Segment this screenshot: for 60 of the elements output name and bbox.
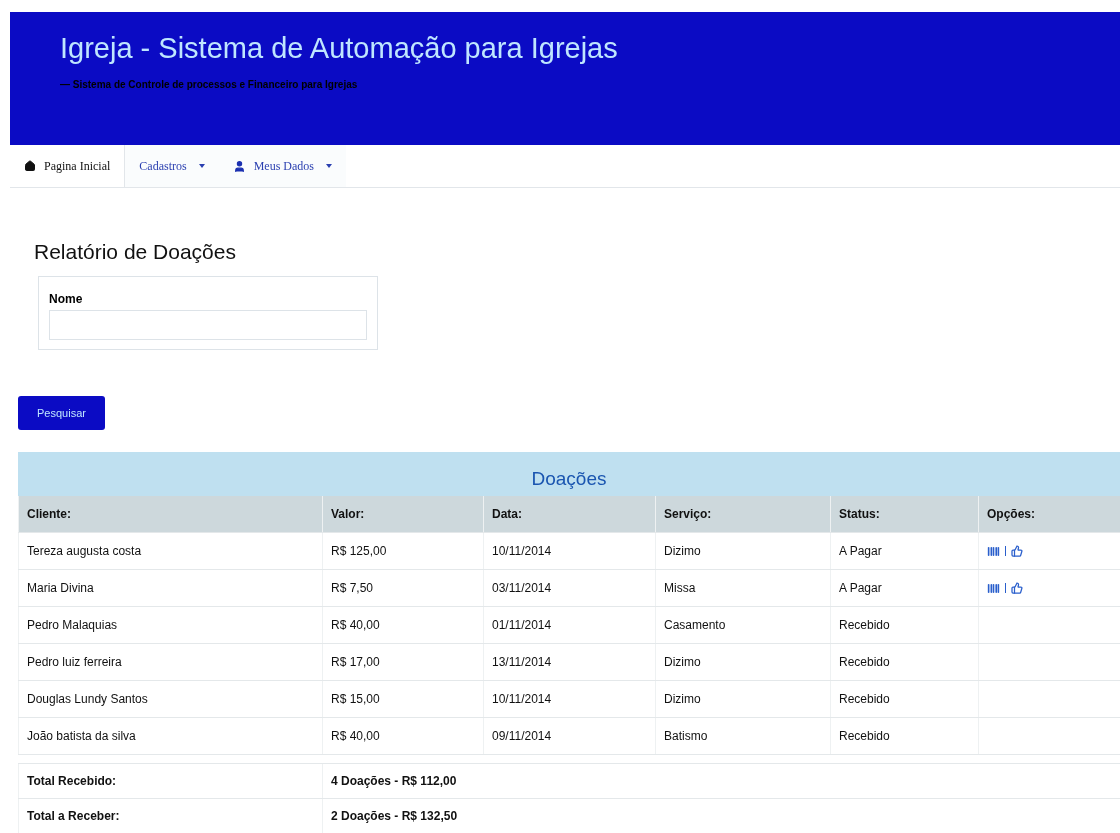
barcode-icon[interactable] [987,581,1000,595]
table-cell: Missa [655,570,830,606]
table-cell: Pedro Malaquias [18,607,322,643]
barcode-icon[interactable] [987,544,1000,558]
column-header: Serviço: [655,496,830,532]
table-cell: 09/11/2014 [483,718,655,754]
total-value: 4 Doações - R$ 112,00 [322,764,1120,798]
separator-bar [1005,583,1006,593]
column-header: Opções: [978,496,1120,532]
table-cell: Maria Divina [18,570,322,606]
table-cell: R$ 17,00 [322,644,483,680]
search-button[interactable]: Pesquisar [18,396,105,430]
table-title: Doações [531,468,607,490]
table-cell: 13/11/2014 [483,644,655,680]
home-icon [24,160,36,172]
column-header: Valor: [322,496,483,532]
table-cell: R$ 125,00 [322,533,483,569]
table-cell: Recebido [830,607,978,643]
table-cell: R$ 40,00 [322,607,483,643]
nav-label: Meus Dados [253,158,314,174]
user-icon [232,159,246,173]
column-header: Data: [483,496,655,532]
nav-item[interactable]: Meus Dados [218,145,346,187]
table-cell: Dizimo [655,644,830,680]
table-cell: Recebido [830,718,978,754]
table-cell: 10/11/2014 [483,681,655,717]
table-cell: 01/11/2014 [483,607,655,643]
table-cell: R$ 15,00 [322,681,483,717]
name-field[interactable] [49,310,367,340]
table-cell: Dizimo [655,533,830,569]
total-value: 2 Doações - R$ 132,50 [322,799,1120,833]
table-cell: Dizimo [655,681,830,717]
table-cell: Recebido [830,681,978,717]
nav-item[interactable]: Cadastros [125,145,219,187]
table-cell: Tereza augusta costa [18,533,322,569]
column-header: Cliente: [18,496,322,532]
table-cell: Batismo [655,718,830,754]
table-cell: Douglas Lundy Santos [18,681,322,717]
total-label: Total Recebido: [18,764,322,798]
table-cell: A Pagar [830,570,978,606]
table-cell: R$ 7,50 [322,570,483,606]
table-cell: R$ 40,00 [322,718,483,754]
column-header: Status: [830,496,978,532]
thumbs-up-icon[interactable] [1011,582,1023,594]
app-title: Igreja - Sistema de Automação para Igrejas [60,32,619,65]
table-cell: 03/11/2014 [483,570,655,606]
table-cell: 10/11/2014 [483,533,655,569]
table-cell: A Pagar [830,533,978,569]
table-cell: Recebido [830,644,978,680]
separator-bar [1005,546,1006,556]
table-cell: João batista da silva [18,718,322,754]
field-label: Nome [49,292,83,306]
table-cell: Casamento [655,607,830,643]
thumbs-up-icon[interactable] [1011,545,1023,557]
total-label: Total a Receber: [18,799,322,833]
nav-label: Cadastros [139,158,187,174]
table-cell: Pedro luiz ferreira [18,644,322,680]
nav-label: Pagina Inicial [44,158,111,174]
page-title: Relatório de Doações [34,240,237,264]
app-subtitle: — Sistema de Controle de processos e Financeiro para Igrejas [60,79,359,90]
